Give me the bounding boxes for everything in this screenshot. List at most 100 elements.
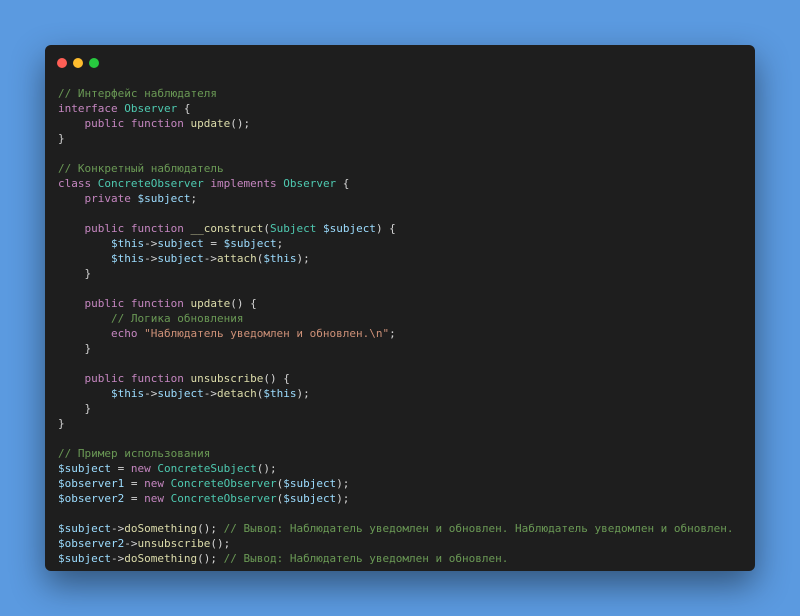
code-token: (); bbox=[230, 117, 251, 130]
code-token: -> bbox=[110, 552, 125, 565]
code-token: -> bbox=[144, 387, 158, 400]
code-token: ; bbox=[276, 237, 284, 250]
code-token: $subject bbox=[283, 477, 337, 490]
code-token: ); bbox=[336, 477, 350, 490]
code-token: ConcreteSubject bbox=[157, 462, 257, 475]
code-line: } bbox=[58, 131, 734, 146]
code-token: } bbox=[58, 402, 92, 415]
code-token: private bbox=[84, 192, 131, 205]
code-line: private $subject; bbox=[58, 191, 734, 206]
code-token: } bbox=[58, 342, 92, 355]
code-line: class ConcreteObserver implements Observ… bbox=[58, 176, 734, 191]
code-token: } bbox=[58, 417, 65, 430]
maximize-window-icon[interactable] bbox=[89, 58, 99, 68]
code-token: __construct bbox=[190, 222, 264, 235]
code-line: $this->subject = $subject; bbox=[58, 236, 734, 251]
code-token: -> bbox=[124, 537, 138, 550]
close-window-icon[interactable] bbox=[57, 58, 67, 68]
code-token: Subject bbox=[269, 222, 317, 235]
code-token: ); bbox=[296, 387, 310, 400]
window-titlebar bbox=[45, 45, 755, 81]
code-token: new bbox=[144, 477, 164, 490]
code-token: $observer2 bbox=[58, 537, 125, 550]
code-token: $subject bbox=[58, 522, 111, 535]
code-token: $subject bbox=[137, 192, 191, 205]
code-line: echo "Наблюдатель уведомлен и обновлен.\… bbox=[58, 326, 734, 341]
code-token: function bbox=[130, 117, 184, 130]
code-token: -> bbox=[144, 252, 158, 265]
code-token: // Логика обновления bbox=[110, 312, 244, 325]
code-token: -> bbox=[203, 252, 217, 265]
code-token: public bbox=[84, 117, 125, 130]
code-token: interface bbox=[58, 102, 118, 115]
code-line: // Интерфейс наблюдателя bbox=[58, 86, 734, 101]
code-token: } bbox=[58, 267, 92, 280]
code-token: () { bbox=[263, 372, 290, 385]
code-window: // Интерфейс наблюдателя interface Observ… bbox=[45, 45, 755, 571]
code-token: $observer1 bbox=[58, 477, 125, 490]
code-token: ConcreteObserver bbox=[170, 492, 277, 505]
code-line: $this->subject->attach($this); bbox=[58, 251, 734, 266]
code-token: // Конкретный наблюдатель bbox=[58, 162, 224, 175]
code-line: $observer2->unsubscribe(); bbox=[58, 536, 734, 551]
code-line: $observer2 = new ConcreteObserver($subje… bbox=[58, 491, 734, 506]
code-block: // Интерфейс наблюдателя interface Observ… bbox=[58, 86, 734, 566]
code-token: subject bbox=[157, 387, 204, 400]
minimize-window-icon[interactable] bbox=[73, 58, 83, 68]
code-token: // Вывод: Наблюдатель уведомлен и обновл… bbox=[223, 522, 734, 535]
code-token: { bbox=[177, 102, 191, 115]
code-token: update bbox=[190, 117, 231, 130]
code-token: class bbox=[58, 177, 92, 190]
code-token: (); bbox=[210, 537, 231, 550]
code-token: -> bbox=[203, 387, 217, 400]
code-token: function bbox=[130, 222, 184, 235]
code-token: function bbox=[130, 372, 184, 385]
code-line: } bbox=[58, 266, 734, 281]
code-token: // Вывод: Наблюдатель уведомлен и обновл… bbox=[223, 552, 509, 565]
code-token: ); bbox=[336, 492, 350, 505]
code-token: unsubscribe bbox=[190, 372, 264, 385]
code-token: $this bbox=[110, 387, 145, 400]
code-line: } bbox=[58, 341, 734, 356]
code-line: $observer1 = new ConcreteObserver($subje… bbox=[58, 476, 734, 491]
code-token: (); bbox=[197, 522, 224, 535]
code-token: ); bbox=[296, 252, 310, 265]
code-token: () { bbox=[230, 297, 257, 310]
code-token: Observer bbox=[124, 102, 178, 115]
code-line: interface Observer { bbox=[58, 101, 734, 116]
code-token: -> bbox=[110, 522, 125, 535]
code-token: -> bbox=[144, 237, 158, 250]
code-line: $this->subject->detach($this); bbox=[58, 386, 734, 401]
code-token: $this bbox=[263, 252, 297, 265]
code-line: public function update() { bbox=[58, 296, 734, 311]
code-token: function bbox=[130, 297, 184, 310]
code-token: $this bbox=[110, 252, 145, 265]
code-token: public bbox=[84, 372, 125, 385]
code-token: public bbox=[84, 222, 125, 235]
code-token: implements bbox=[210, 177, 277, 190]
code-token: doSomething bbox=[124, 552, 198, 565]
code-token: = bbox=[203, 237, 224, 250]
code-token: $observer2 bbox=[58, 492, 125, 505]
code-token: ConcreteObserver bbox=[170, 477, 277, 490]
code-token: ( bbox=[263, 222, 270, 235]
code-token: // Интерфейс наблюдателя bbox=[58, 87, 217, 100]
code-token: ) { bbox=[375, 222, 396, 235]
code-token: $subject bbox=[58, 462, 111, 475]
code-line: $subject = new ConcreteSubject(); bbox=[58, 461, 734, 476]
code-token: (); bbox=[197, 552, 224, 565]
code-line: public function update(); bbox=[58, 116, 734, 131]
